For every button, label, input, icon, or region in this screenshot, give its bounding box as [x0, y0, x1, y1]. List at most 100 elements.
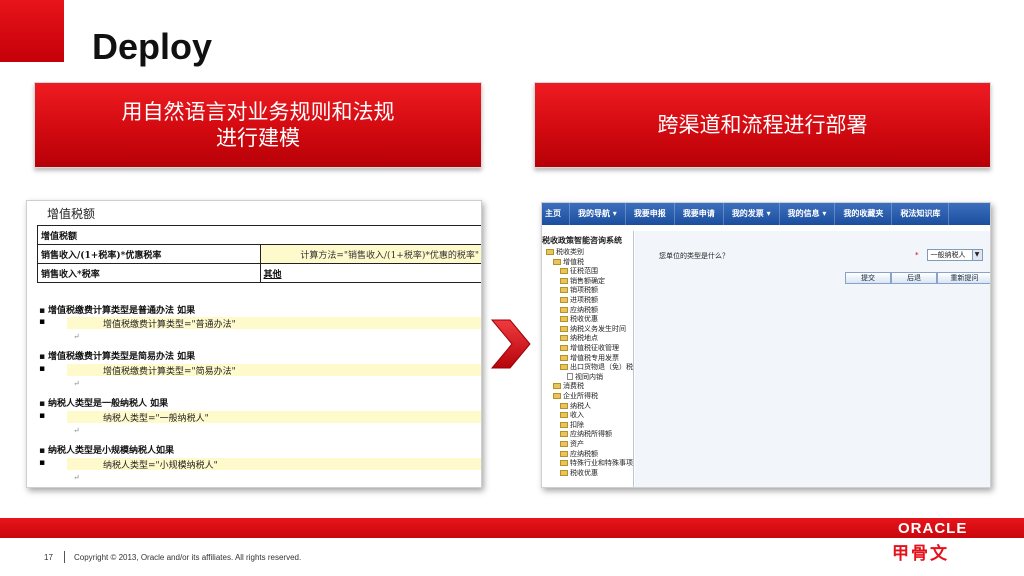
tree-item[interactable]: 增值税专用发票: [560, 353, 619, 363]
tree-item-label: 销售额确定: [570, 276, 605, 285]
folder-icon: [560, 287, 568, 294]
rule-condition: 增值税缴费计算类型="简易办法": [39, 364, 481, 377]
tree-item-label: 企业所得税: [563, 392, 598, 400]
tree-item[interactable]: 征税范围: [560, 266, 598, 276]
tree-item[interactable]: 税收类别: [546, 247, 584, 257]
tree-item[interactable]: 税收优惠: [560, 314, 598, 324]
banner-deploy-channels: 跨渠道和流程进行部署: [534, 82, 991, 168]
folder-icon: [560, 364, 568, 371]
tree-item[interactable]: 消费税: [553, 381, 584, 391]
tree-item[interactable]: 应纳税所得额: [560, 429, 612, 439]
tree-item-label: 纳税地点: [570, 334, 598, 343]
folder-icon: [560, 460, 568, 467]
folder-icon: [560, 268, 568, 275]
answer-field: * 一般纳税人 ▼: [915, 249, 983, 261]
tree-item[interactable]: 销售额确定: [560, 276, 605, 286]
tree-item[interactable]: 增值税征收管理: [560, 343, 619, 353]
tree-item-label: 进项税额: [570, 296, 598, 304]
nav-tax-knowledge[interactable]: 税法知识库: [892, 203, 950, 225]
tree-item[interactable]: 销项税额: [560, 285, 598, 295]
tree-item-label: 视同内销: [575, 372, 603, 381]
table-row: 销售收入*税率 其他: [37, 263, 481, 283]
folder-icon: [560, 412, 568, 419]
doc-header: 增值税额: [47, 207, 96, 221]
select-value: 一般纳税人: [930, 251, 966, 259]
chevron-down-icon[interactable]: ▼: [971, 250, 982, 260]
tree-item-label: 特殊行业和特殊事项: [570, 459, 633, 468]
nav-declare[interactable]: 我要申报: [626, 203, 675, 225]
folder-icon: [560, 402, 568, 409]
banner-left-line1: 用自然语言对业务规则和法规: [121, 100, 395, 124]
tree-item[interactable]: 纳税人: [560, 401, 591, 411]
folder-icon: [560, 335, 568, 342]
tax-app-screenshot: 主页 我的导航 ▾ 我要申报 我要申请 我的发票 ▾ 我的信息 ▾ 我的收藏夹 …: [541, 202, 991, 488]
tree-item-label: 纳税义务发生时间: [570, 324, 626, 333]
top-nav-bar: 主页 我的导航 ▾ 我要申报 我要申请 我的发票 ▾ 我的信息 ▾ 我的收藏夹 …: [542, 203, 990, 225]
system-title: 税收政策智能咨询系统: [542, 236, 622, 245]
tree-item-label: 收入: [570, 411, 584, 420]
tree-item[interactable]: 特殊行业和特殊事项: [560, 458, 633, 468]
tree-item-label: 应纳税额: [570, 449, 598, 458]
tree-item[interactable]: 企业所得税: [553, 391, 598, 401]
tree-item[interactable]: 资产: [560, 439, 584, 449]
red-corner-block: [0, 0, 64, 62]
tree-item[interactable]: 税收优惠: [560, 468, 598, 478]
question-text: 您单位的类型是什么？: [659, 252, 729, 260]
document-icon: [567, 372, 573, 380]
tree-item-label: 征税范围: [570, 267, 598, 276]
table-cell: 增值税额: [37, 225, 481, 245]
rule-title: 纳税人类型是一般纳税人 如果: [39, 396, 168, 409]
submit-button[interactable]: 提交: [845, 272, 891, 284]
question-panel: 您单位的类型是什么？ * 一般纳税人 ▼ 提交 后退 重新提问: [635, 231, 990, 487]
paragraph-mark-icon: ↵: [73, 332, 80, 341]
folder-icon: [560, 354, 568, 361]
folder-icon: [560, 441, 568, 447]
rule-condition: 增值税缴费计算类型="普通办法": [39, 317, 481, 330]
tree-item[interactable]: 应纳税额: [560, 305, 598, 315]
tree-item[interactable]: 应纳税额: [560, 449, 598, 459]
tree-item[interactable]: 进项税额: [560, 295, 598, 305]
nav-apply[interactable]: 我要申请: [675, 203, 724, 225]
folder-icon: [560, 277, 568, 284]
rule-title: 纳税人类型是小规模纳税人如果: [39, 443, 174, 456]
paragraph-mark-icon: ↵: [73, 473, 80, 482]
slide-title: Deploy: [92, 26, 213, 67]
rule-table: 增值税额 销售收入/(1+税率)*优惠税率 计算方法="销售收入/(1+税率)*…: [37, 225, 481, 283]
tree-item-label: 增值税专用发票: [570, 353, 619, 362]
rule-condition: 纳税人类型="一般纳税人": [39, 411, 481, 424]
rule-condition: 纳税人类型="小规模纳税人": [39, 458, 481, 471]
tree-item-label: 应纳税额: [570, 305, 598, 314]
tree-item[interactable]: 增值税: [553, 257, 584, 267]
tree-item-label: 资产: [570, 440, 584, 448]
tree-item[interactable]: 出口货物退（免）税: [560, 362, 633, 372]
taxpayer-type-select[interactable]: 一般纳税人 ▼: [926, 249, 983, 261]
folder-icon: [553, 383, 561, 390]
nav-my-invoices[interactable]: 我的发票 ▾: [724, 203, 780, 225]
nav-my-info[interactable]: 我的信息 ▾: [780, 203, 836, 225]
table-row: 销售收入/(1+税率)*优惠税率 计算方法="销售收入/(1+税率)*优惠的税率…: [37, 244, 481, 264]
tree-item[interactable]: 收入: [560, 410, 584, 420]
back-button[interactable]: 后退: [891, 272, 937, 284]
banner-natural-language-modeling: 用自然语言对业务规则和法规 进行建模: [34, 82, 482, 168]
tree-item-label: 消费税: [563, 382, 584, 391]
footer-separator: [64, 551, 65, 563]
nav-home[interactable]: 主页: [542, 203, 570, 225]
tree-item-label: 应纳税所得额: [570, 430, 612, 439]
tree-item[interactable]: 视同内销: [567, 372, 603, 382]
nav-my-navigation[interactable]: 我的导航 ▾: [570, 203, 626, 225]
folder-icon: [560, 325, 568, 332]
tree-item-label: 出口货物退（免）税: [570, 363, 633, 372]
oracle-chinese-logo: 甲骨文: [892, 544, 949, 564]
tree-item-label: 扣除: [570, 420, 584, 429]
tree-item-label: 销项税额: [570, 286, 598, 295]
folder-icon: [553, 258, 561, 265]
table-cell: 销售收入/(1+税率)*优惠税率: [37, 244, 261, 264]
tree-item[interactable]: 扣除: [560, 420, 584, 430]
rule-title: 增值税缴费计算类型是普通办法 如果: [39, 303, 195, 316]
tree-item[interactable]: 纳税义务发生时间: [560, 324, 626, 334]
nav-favorites[interactable]: 我的收藏夹: [835, 203, 893, 225]
folder-icon: [560, 469, 568, 476]
tree-item[interactable]: 纳税地点: [560, 333, 598, 343]
reset-question-button[interactable]: 重新提问: [937, 272, 990, 284]
tree-item-label: 税收类别: [556, 248, 584, 256]
